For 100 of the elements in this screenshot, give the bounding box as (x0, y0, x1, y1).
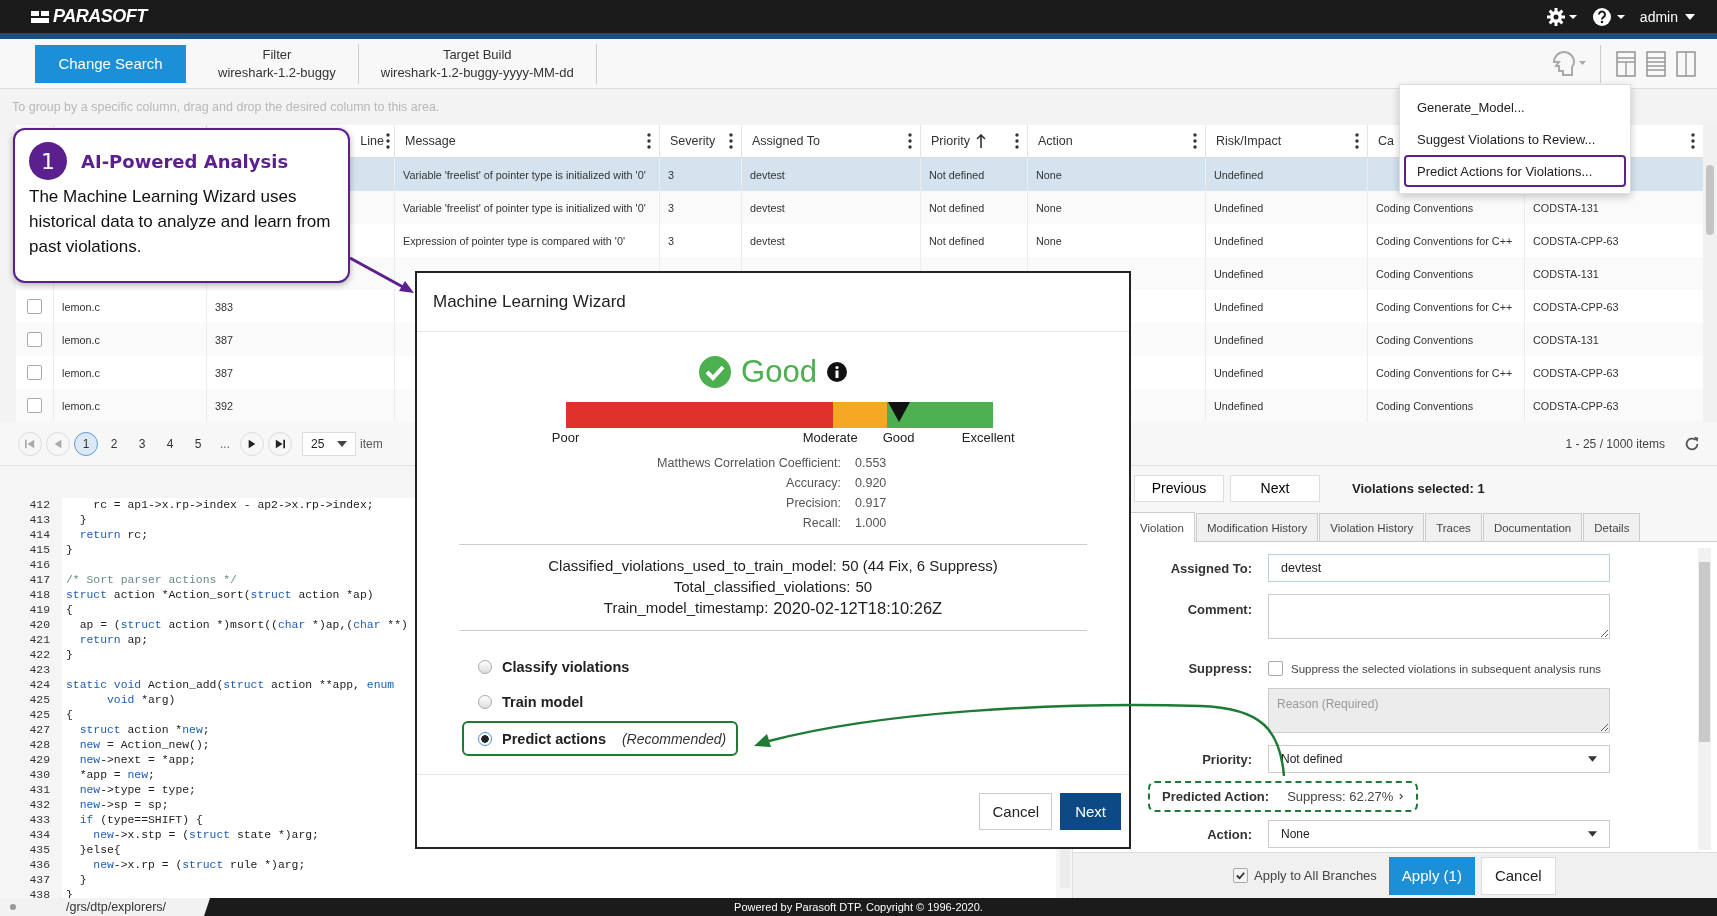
table-cell: CODSTA-CPP-63 (1533, 300, 1619, 313)
info-icon[interactable] (826, 362, 847, 382)
checkbox[interactable] (1268, 661, 1283, 676)
refresh-icon[interactable] (1683, 434, 1701, 453)
next-button[interactable]: Next (1230, 474, 1320, 502)
help-icon[interactable] (1591, 6, 1626, 27)
column-header[interactable]: Risk/Impact (1216, 134, 1282, 148)
caret-icon[interactable] (1685, 13, 1695, 20)
option-label[interactable]: Train model (502, 693, 584, 710)
next-page-button[interactable] (240, 431, 264, 456)
copyright-text: Powered by Parasoft DTP. Copyright © 1996-2020. (734, 901, 983, 913)
checkbox[interactable] (27, 332, 42, 347)
column-header[interactable]: Message (405, 134, 456, 148)
caret-icon[interactable] (1588, 756, 1597, 762)
tab[interactable]: Violation History (1319, 513, 1425, 541)
column-menu-icon[interactable] (1691, 133, 1695, 149)
table-cell: Not defined (929, 201, 985, 214)
page-size-select[interactable]: 25 (302, 431, 356, 456)
chevron-icon[interactable] (1399, 793, 1405, 800)
table-cell: Coding Conventions for C++ (1376, 300, 1513, 313)
priority-select[interactable]: Not defined (1268, 745, 1610, 773)
table-cell: Not defined (929, 168, 985, 181)
page-button[interactable]: 5 (186, 431, 210, 456)
cancel-button[interactable]: Cancel (1480, 856, 1556, 895)
tab[interactable]: Modification History (1195, 513, 1319, 541)
tab[interactable]: Documentation (1482, 513, 1583, 541)
column-menu-icon[interactable] (1355, 133, 1359, 149)
next-button[interactable]: Next (1060, 792, 1121, 830)
checkbox[interactable] (27, 365, 42, 380)
code-line: if (type==SHIFT) { (78, 813, 203, 828)
last-page-button[interactable] (268, 431, 292, 456)
page-button[interactable]: 3 (130, 431, 154, 456)
column-header[interactable]: Severity (670, 134, 716, 148)
column-menu-icon[interactable] (908, 133, 912, 149)
table-cell: Undefined (1214, 267, 1264, 280)
assigned-to-field[interactable]: devtest (1268, 554, 1610, 582)
caret-icon[interactable] (337, 440, 347, 447)
table-cell: Coding Conventions for C++ (1376, 234, 1513, 247)
tab[interactable]: Details (1583, 513, 1641, 541)
radio-button[interactable] (478, 731, 492, 746)
scrollbar[interactable] (1698, 548, 1711, 850)
metric-label: Precision: (785, 496, 841, 510)
tab[interactable]: Violation (1129, 512, 1195, 542)
table-cell: Variable 'freelist' of pointer type is initialized with '0' (403, 168, 646, 181)
stat-value: 50 (44 Fix, 6 Suppress) (841, 557, 998, 574)
column-header[interactable]: Action (1038, 134, 1073, 148)
column-menu-icon[interactable] (1015, 133, 1019, 149)
code-line: new->sp = sp; (78, 798, 169, 813)
column-menu-icon[interactable] (1193, 133, 1197, 149)
cancel-button[interactable]: Cancel (979, 792, 1053, 830)
column-header[interactable]: Ca (1378, 134, 1394, 148)
table-cell: CODSTA-CPP-63 (1533, 234, 1619, 247)
column-header[interactable]: Line (360, 134, 384, 148)
field-label: Predicted Action: (1162, 789, 1270, 804)
menu-item[interactable]: Generate_Model... (1404, 91, 1626, 123)
user-menu[interactable]: admin (1639, 8, 1695, 25)
code-line: return rc; (78, 528, 149, 543)
page-button[interactable]: 2 (102, 431, 126, 456)
action-select[interactable]: None (1268, 820, 1610, 848)
metric-label: Matthews Correlation Coefficient: (656, 456, 841, 470)
last-page-icon[interactable] (275, 438, 285, 449)
column-menu-icon[interactable] (386, 133, 390, 149)
settings-icon[interactable] (1545, 6, 1578, 27)
column-header[interactable]: Assigned To (752, 134, 820, 148)
logo-icon (30, 8, 50, 25)
check-icon (699, 356, 732, 388)
radio-button[interactable] (478, 694, 492, 709)
page-button[interactable]: 1 (74, 431, 98, 456)
radio-button[interactable] (478, 659, 492, 674)
menu-item[interactable]: Predict Actions for Violations... (1404, 155, 1626, 187)
previous-button[interactable]: Previous (1134, 474, 1224, 502)
next-icon[interactable] (247, 438, 257, 449)
sort-up-icon[interactable] (975, 134, 986, 148)
change-search-button[interactable]: Change Search (35, 44, 186, 83)
table-cell: Coding Conventions (1376, 333, 1474, 346)
option-label[interactable]: Predict actions (502, 730, 606, 747)
table-cell: Coding Conventions (1376, 399, 1474, 412)
checkbox[interactable] (27, 299, 42, 314)
apply-button[interactable]: Apply (1) (1388, 856, 1475, 895)
code-line: struct action *Action_sort(struct action *ap) (65, 588, 374, 603)
filter-value: wireshark-1.2-buggy (218, 65, 336, 80)
menu-item[interactable]: Suggest Violations to Review... (1404, 123, 1626, 155)
table-cell: Undefined (1214, 366, 1264, 379)
metric-value: 0.553 (855, 456, 888, 470)
tab[interactable]: Traces (1425, 513, 1482, 541)
gauge-label: Excellent (961, 430, 1015, 445)
selection-count: Violations selected: 1 (1352, 480, 1485, 496)
table-cell: Undefined (1214, 399, 1264, 412)
column-header[interactable]: Priority (931, 134, 970, 148)
caret-icon[interactable] (1588, 831, 1597, 837)
rating-text: Good (741, 354, 817, 390)
option-label[interactable]: Classify violations (502, 658, 630, 675)
checkbox[interactable] (27, 398, 42, 413)
comment-field[interactable] (1268, 594, 1610, 639)
code-line: return ap; (78, 633, 149, 648)
page-button[interactable]: 4 (158, 431, 182, 456)
column-menu-icon[interactable] (729, 133, 733, 149)
dialog-title: Machine Learning Wizard (417, 273, 1129, 332)
group-hint: To group by a specific column, drag and drop the desired column to this area. (12, 100, 440, 114)
column-menu-icon[interactable] (647, 133, 651, 149)
